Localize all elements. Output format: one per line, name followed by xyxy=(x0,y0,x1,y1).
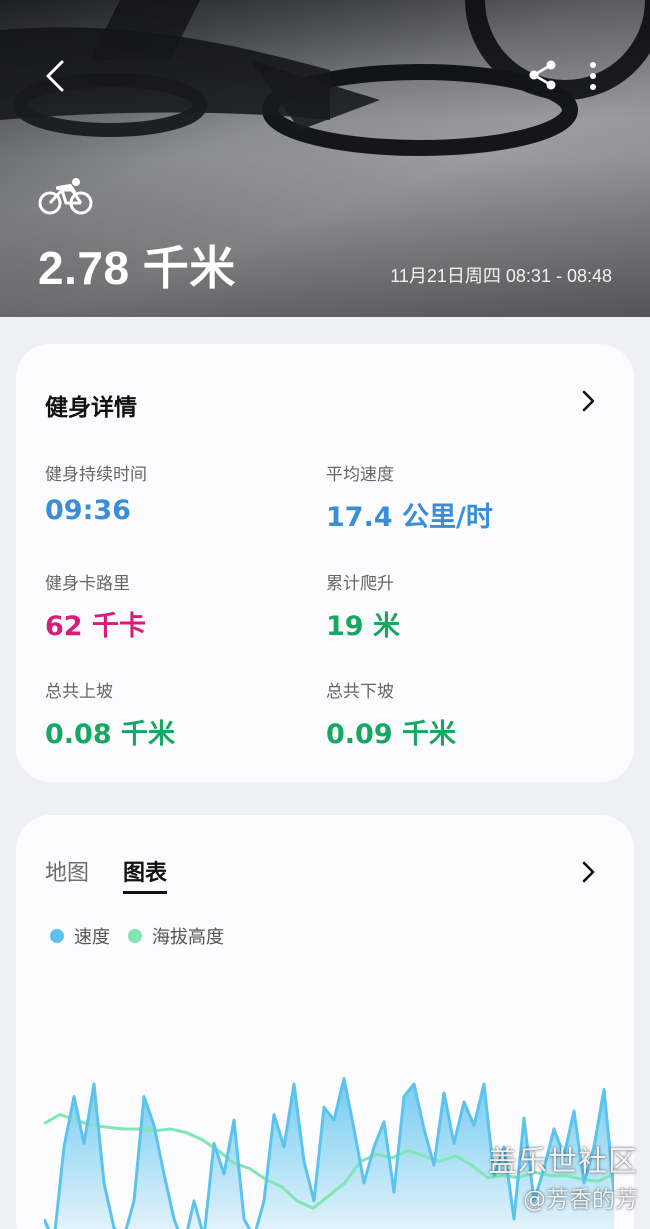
watermark-community: 盖乐世社区 xyxy=(487,1144,638,1178)
stat-label: 平均速度 xyxy=(326,465,394,485)
stat-label: 总共下坡 xyxy=(326,682,394,702)
workout-details-card[interactable]: 健身详情 健身持续时间 09:36 平均速度 17.4 公里/时 健身卡路里 6… xyxy=(16,344,634,782)
stat-value: 0.08 千米 xyxy=(45,719,176,750)
stat-avg-speed: 平均速度 17.4 公里/时 xyxy=(326,460,493,534)
stat-total-climb: 累计爬升 19 米 xyxy=(326,569,400,643)
details-title: 健身详情 xyxy=(45,395,137,421)
back-button[interactable] xyxy=(36,54,76,98)
stat-downhill: 总共下坡 0.09 千米 xyxy=(326,677,456,751)
more-vertical-icon xyxy=(590,62,596,90)
stat-value: 17.4 公里/时 xyxy=(326,502,493,533)
stat-value: 62 千卡 xyxy=(45,611,146,642)
stat-duration: 健身持续时间 09:36 xyxy=(45,460,147,526)
more-options-button[interactable] xyxy=(580,58,606,94)
view-tabs: 地图 图表 xyxy=(45,855,168,894)
chart-legend: 速度 海拔高度 xyxy=(50,923,224,949)
chevron-right-icon[interactable] xyxy=(578,858,598,886)
stat-calories: 健身卡路里 62 千卡 xyxy=(45,569,146,643)
share-icon xyxy=(529,60,556,90)
stat-value: 09:36 xyxy=(45,495,131,526)
legend-label: 速度 xyxy=(74,927,110,948)
tab-chart[interactable]: 图表 xyxy=(123,855,168,894)
workout-time-range: 11月21日周四 08:31 - 08:48 xyxy=(390,266,612,286)
cycling-icon xyxy=(38,178,93,215)
legend-dot xyxy=(50,929,64,943)
stat-value: 0.09 千米 xyxy=(326,719,457,750)
tab-map[interactable]: 地图 xyxy=(45,855,89,894)
legend-label: 海拔高度 xyxy=(152,927,224,948)
distance-value: 2.78 千米 xyxy=(38,242,236,294)
hero-banner: 2.78 千米 11月21日周四 08:31 - 08:48 xyxy=(0,0,650,317)
stat-label: 总共上坡 xyxy=(45,682,113,702)
legend-dot xyxy=(128,929,142,943)
legend-item-speed: 速度 xyxy=(50,923,110,949)
stat-label: 健身卡路里 xyxy=(45,574,130,594)
chevron-left-icon xyxy=(46,60,64,92)
share-button[interactable] xyxy=(526,58,560,92)
watermark-author: @芳香的芳 xyxy=(523,1187,638,1213)
stat-label: 累计爬升 xyxy=(326,574,394,594)
stat-value: 19 米 xyxy=(326,611,400,642)
stat-uphill: 总共上坡 0.08 千米 xyxy=(45,677,175,751)
legend-item-altitude: 海拔高度 xyxy=(128,923,224,949)
chevron-right-icon[interactable] xyxy=(578,387,598,415)
stat-label: 健身持续时间 xyxy=(45,465,147,485)
